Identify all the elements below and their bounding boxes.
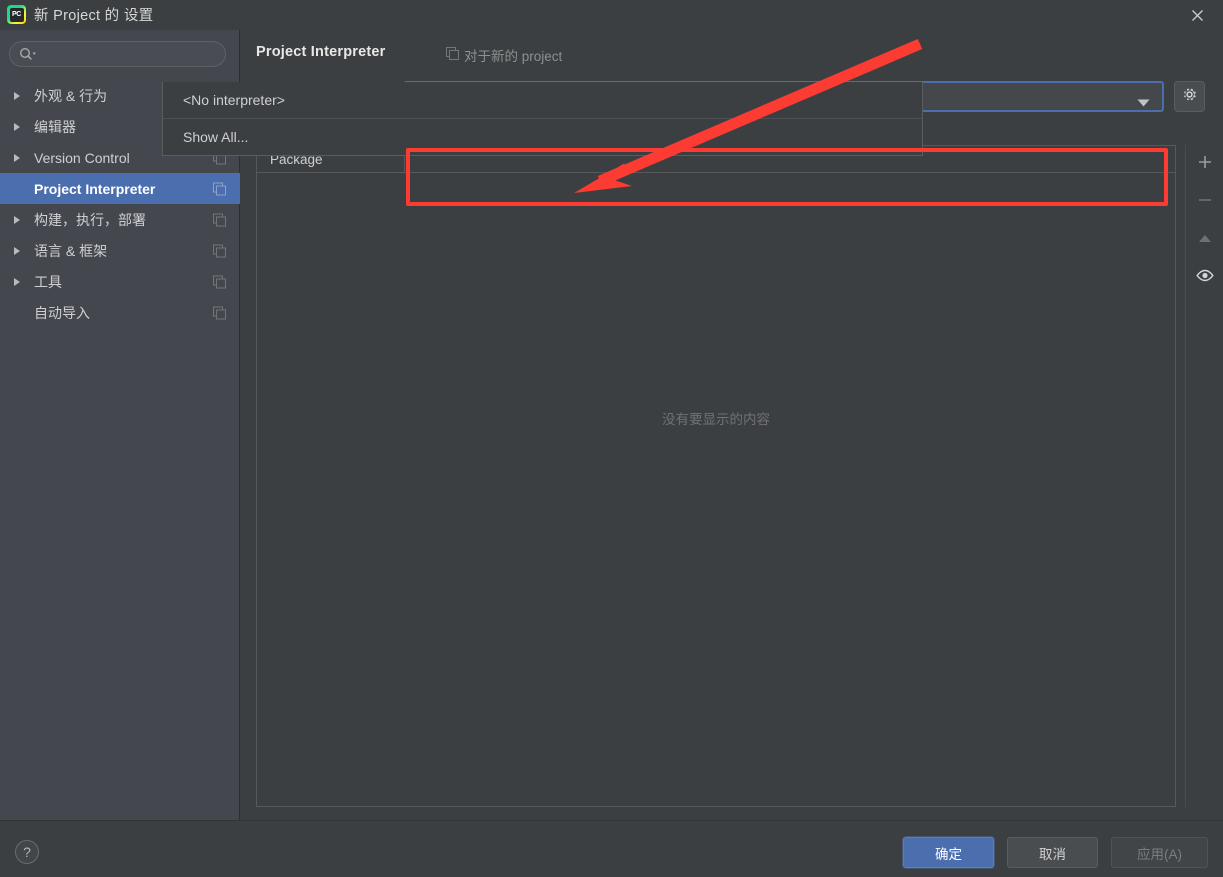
add-package-button[interactable] bbox=[1186, 145, 1223, 183]
chevron-right-icon bbox=[12, 246, 28, 256]
page-subtitle: 对于新的 project bbox=[446, 45, 562, 65]
dropdown-option-no-interpreter[interactable]: <No interpreter> bbox=[163, 82, 922, 118]
packages-table: Package 没有要显示的内容 bbox=[256, 145, 1176, 807]
copy-settings-icon[interactable] bbox=[213, 213, 226, 226]
apply-button: 应用(A) bbox=[1111, 837, 1208, 868]
remove-package-button[interactable] bbox=[1186, 183, 1223, 221]
show-early-releases-button[interactable] bbox=[1186, 259, 1223, 297]
sidebar-item-label: Version Control bbox=[34, 149, 130, 166]
page-subtitle-label: 对于新的 project bbox=[464, 49, 563, 64]
settings-dialog: PC 新 Project 的 设置 外观 & 行为 编辑器 Version Co… bbox=[0, 0, 1223, 877]
chevron-right-icon bbox=[12, 91, 28, 101]
sidebar-item-build-execution-deployment[interactable]: 构建，执行，部署 bbox=[0, 204, 240, 235]
interpreter-dropdown-popup: <No interpreter> Show All... bbox=[162, 82, 923, 156]
search-input[interactable] bbox=[44, 42, 219, 66]
pycharm-icon: PC bbox=[7, 5, 26, 24]
title-bar: PC 新 Project 的 设置 bbox=[0, 0, 1223, 30]
copy-settings-icon[interactable] bbox=[213, 244, 226, 257]
copy-settings-icon[interactable] bbox=[213, 275, 226, 288]
help-button[interactable]: ? bbox=[15, 840, 39, 864]
sidebar-item-label: 构建，执行，部署 bbox=[34, 211, 146, 228]
gear-icon bbox=[1181, 86, 1198, 108]
sidebar-item-label: 语言 & 框架 bbox=[34, 242, 108, 259]
interpreter-settings-gear-button[interactable] bbox=[1174, 81, 1205, 112]
chevron-right-icon bbox=[12, 215, 28, 225]
minus-icon bbox=[1198, 193, 1212, 212]
copy-settings-icon bbox=[446, 47, 459, 63]
cancel-button[interactable]: 取消 bbox=[1007, 837, 1098, 868]
sidebar-item-label: 外观 & 行为 bbox=[34, 87, 108, 104]
chevron-right-icon bbox=[12, 277, 28, 287]
sidebar-item-auto-import[interactable]: 自动导入 bbox=[0, 297, 240, 328]
sidebar-item-project-interpreter[interactable]: Project Interpreter bbox=[0, 173, 240, 204]
chevron-down-icon[interactable] bbox=[1137, 94, 1150, 112]
dropdown-option-show-all[interactable]: Show All... bbox=[163, 119, 922, 155]
eye-icon bbox=[1196, 269, 1214, 287]
sidebar-item-label: Project Interpreter bbox=[34, 180, 156, 197]
close-icon[interactable] bbox=[1175, 0, 1219, 30]
page-title: Project Interpreter bbox=[256, 44, 386, 60]
copy-settings-icon[interactable] bbox=[213, 306, 226, 319]
chevron-right-icon bbox=[12, 122, 28, 132]
window-title: 新 Project 的 设置 bbox=[34, 8, 154, 24]
sidebar-item-label: 工具 bbox=[34, 273, 62, 290]
sidebar-item-tools[interactable]: 工具 bbox=[0, 266, 240, 297]
chevron-right-icon bbox=[12, 153, 28, 163]
plus-icon bbox=[1198, 155, 1212, 174]
sidebar-item-languages-frameworks[interactable]: 语言 & 框架 bbox=[0, 235, 240, 266]
upgrade-package-button[interactable] bbox=[1186, 221, 1223, 259]
copy-settings-icon[interactable] bbox=[213, 182, 226, 195]
search-icon bbox=[19, 47, 37, 67]
sidebar-item-label: 编辑器 bbox=[34, 118, 76, 135]
triangle-up-icon bbox=[1198, 231, 1212, 249]
packages-empty-message: 没有要显示的内容 bbox=[662, 412, 770, 427]
packages-toolbar bbox=[1185, 145, 1223, 807]
sidebar-search[interactable] bbox=[9, 41, 226, 67]
dialog-footer: ? 确定 取消 应用(A) 下 区 bbox=[0, 820, 1223, 877]
ok-button[interactable]: 确定 bbox=[903, 837, 994, 868]
search-box[interactable] bbox=[9, 41, 226, 67]
pycharm-icon-label: PC bbox=[9, 7, 24, 22]
sidebar-item-label: 自动导入 bbox=[34, 304, 90, 321]
